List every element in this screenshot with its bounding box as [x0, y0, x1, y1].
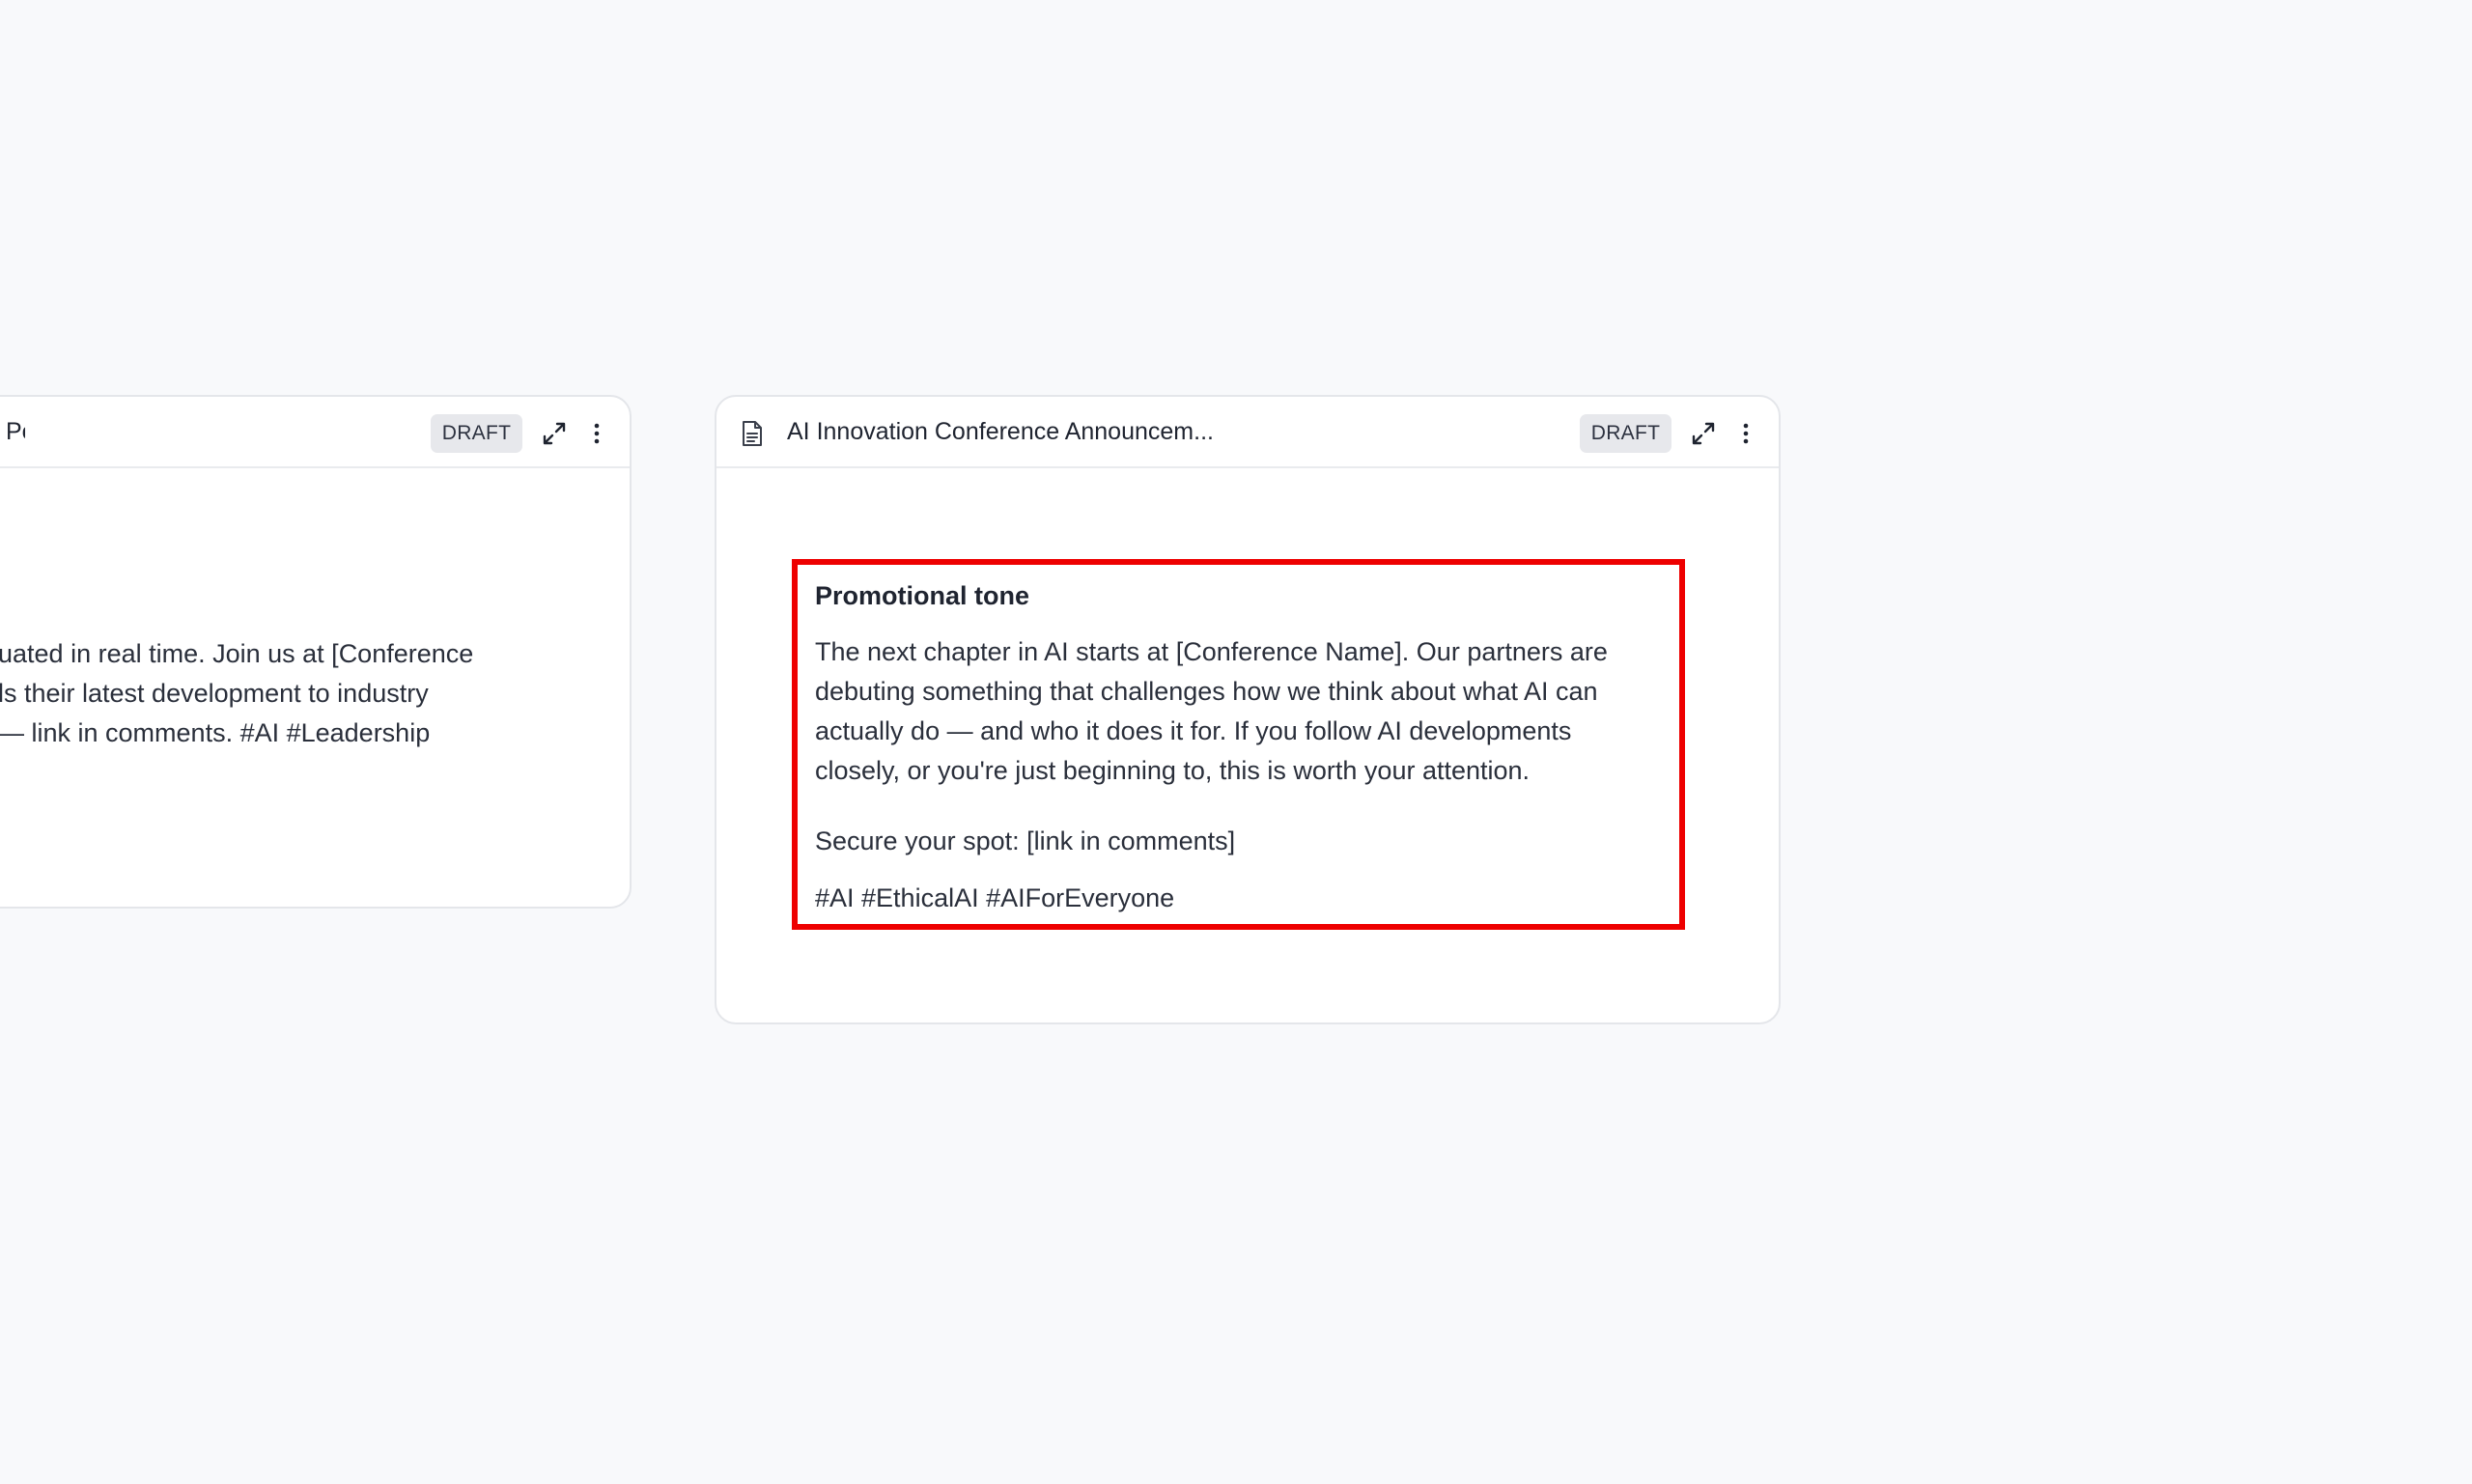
call-to-action-text: Secure your spot: [link in comments] [815, 826, 1236, 855]
more-vertical-icon [594, 423, 600, 444]
card-header: AI Innovation Conference Announcem... DR… [716, 397, 1779, 468]
expand-button[interactable] [1688, 418, 1719, 449]
card-title: AI Innovation Conference Announcem... [787, 418, 1214, 445]
left-card-title: Post [0, 397, 25, 466]
left-card-header: Post DRAFT [0, 397, 630, 468]
expand-icon [1692, 422, 1715, 445]
section-body-text: The next chapter in AI starts at [Confer… [815, 637, 1608, 785]
left-body-line: — link in comments. #AI #Leadership [0, 718, 431, 747]
left-body-line: ls their latest development to industry [0, 679, 429, 708]
left-body-line: uated in real time. Join us at [Conferen… [0, 639, 474, 668]
expand-icon [543, 422, 566, 445]
more-options-button[interactable] [1730, 418, 1761, 449]
conference-announcement-card[interactable]: AI Innovation Conference Announcem... DR… [715, 395, 1781, 1024]
left-draft-badge: DRAFT [431, 414, 522, 453]
left-expand-button[interactable] [539, 418, 570, 449]
left-card-body: uated in real time. Join us at [Conferen… [0, 634, 558, 753]
left-post-card[interactable]: Post DRAFT uated in real time. Join us a… [0, 395, 632, 909]
canvas: Post DRAFT uated in real time. Join us a… [0, 0, 2472, 1484]
hashtags-text: #AI #EthicalAI #AIForEveryone [815, 883, 1175, 912]
more-vertical-icon [1743, 423, 1749, 444]
section-heading: Promotional tone [815, 581, 1029, 610]
highlighted-promotional-section: Promotional tone The next chapter in AI … [792, 559, 1685, 930]
left-more-options-button[interactable] [581, 418, 612, 449]
draft-badge: DRAFT [1580, 414, 1671, 453]
document-icon [740, 420, 765, 447]
left-card-title-text: Post [5, 418, 25, 445]
